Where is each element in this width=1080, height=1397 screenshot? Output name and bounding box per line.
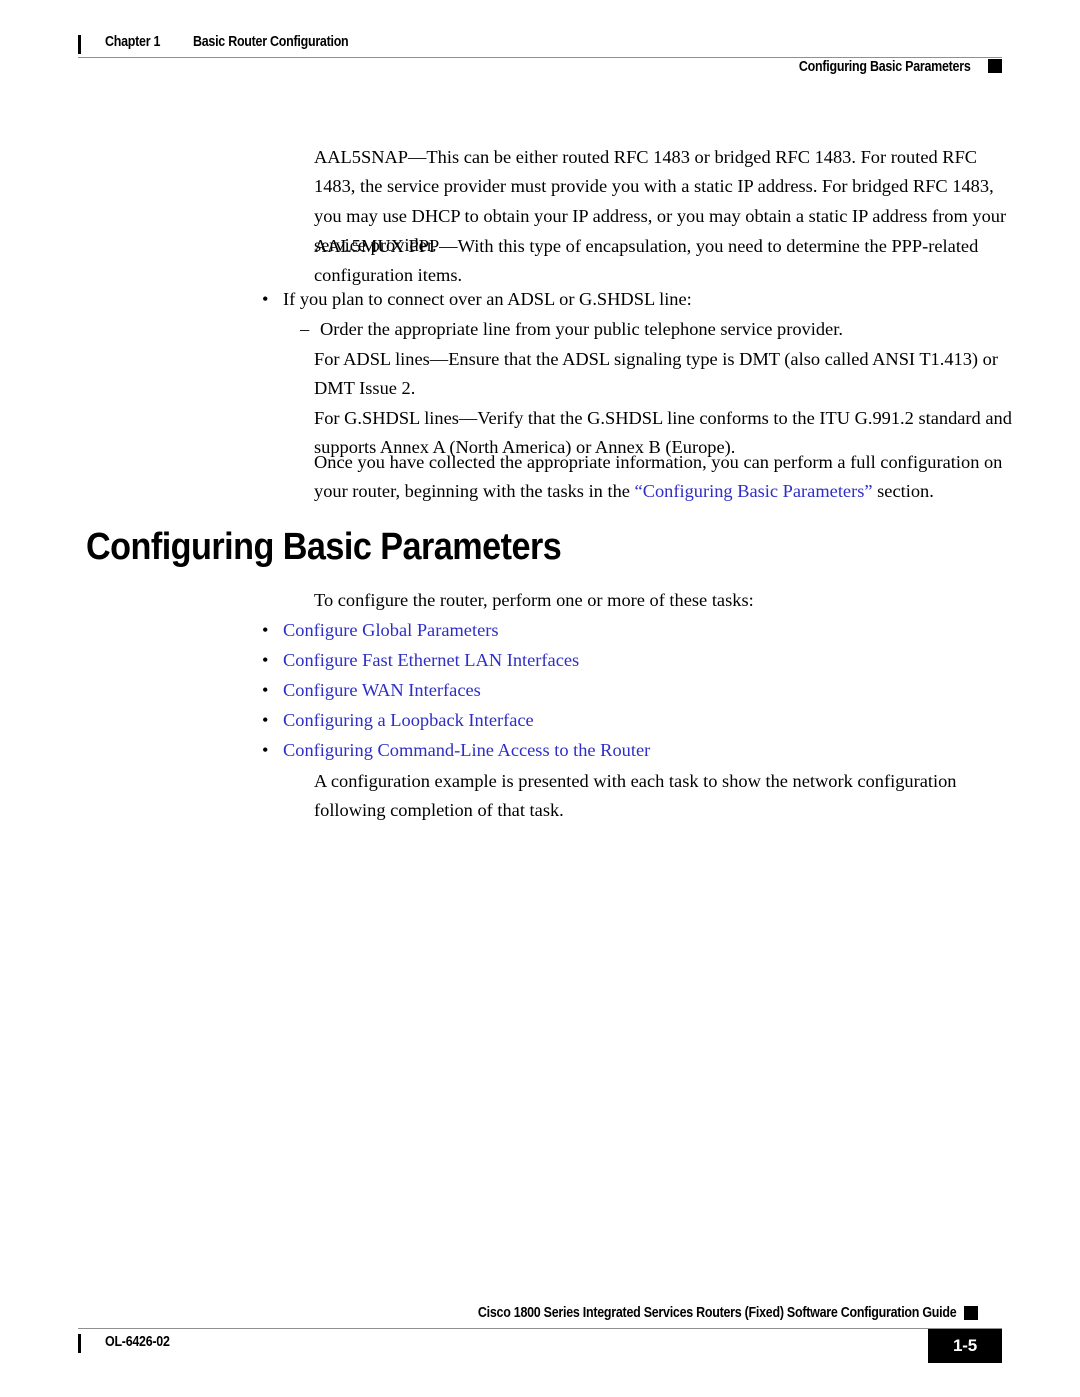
link-configure-global-parameters[interactable]: Configure Global Parameters	[283, 616, 499, 645]
paragraph-adsl-lines: For ADSL lines—Ensure that the ADSL sign…	[314, 349, 998, 399]
bullet-text: If you plan to connect over an ADSL or G…	[283, 289, 692, 309]
link-configuring-basic-parameters[interactable]: “Configuring Basic Parameters”	[635, 481, 873, 501]
link-configuring-a-loopback-interface[interactable]: Configuring a Loopback Interface	[283, 706, 534, 735]
footer-square-marker	[964, 1306, 978, 1320]
link-configure-fast-ethernet-lan-interfaces[interactable]: Configure Fast Ethernet LAN Interfaces	[283, 646, 579, 675]
task-link-list: • Configure Global Parameters • Configur…	[262, 616, 1002, 766]
footer-document-id: OL-6426-02	[105, 1334, 170, 1350]
dash-text: Order the appropriate line from your pub…	[320, 319, 843, 339]
bullet-marker: •	[262, 710, 269, 730]
paragraph-configuration-example: A configuration example is presented wit…	[314, 771, 957, 821]
list-item: • Configuring Command-Line Access to the…	[262, 736, 1002, 766]
list-item: • Configure Global Parameters	[262, 616, 1002, 646]
document-page: Chapter 1 Basic Router Configuration Con…	[0, 0, 1080, 1397]
header-tick-mark	[78, 35, 81, 54]
header-divider	[78, 57, 1002, 58]
paragraph-once-collected: Once you have collected the appropriate …	[314, 448, 1022, 507]
header-chapter-title: Basic Router Configuration	[193, 34, 349, 50]
paragraph-aal5mux: AAL5MUX PPP—With this type of encapsulat…	[314, 236, 979, 286]
paragraph-once-suffix: section.	[872, 481, 934, 502]
header-chapter-label: Chapter 1	[105, 34, 161, 50]
page-header: Chapter 1 Basic Router Configuration Con…	[78, 33, 1002, 75]
page-footer: Cisco 1800 Series Integrated Services Ro…	[78, 1305, 1002, 1367]
footer-divider	[78, 1328, 1002, 1329]
bullet-marker: •	[262, 650, 269, 670]
footer-tick-mark	[78, 1334, 81, 1353]
page-title: Configuring Basic Parameters	[86, 526, 562, 568]
header-section-title: Configuring Basic Parameters	[798, 59, 970, 75]
bullet-marker: •	[262, 680, 269, 700]
page-number-box: 1-5	[928, 1329, 1002, 1363]
header-square-marker	[988, 59, 1002, 73]
paragraph-intro-tasks: To configure the router, perform one or …	[314, 590, 754, 610]
dash-marker: –	[300, 319, 310, 339]
bullet-marker: •	[262, 740, 269, 760]
bullet-marker: •	[262, 289, 269, 309]
list-item: • Configuring a Loopback Interface	[262, 706, 1002, 736]
link-configure-wan-interfaces[interactable]: Configure WAN Interfaces	[283, 676, 481, 705]
page-number: 1-5	[953, 1336, 977, 1355]
list-item: • Configure Fast Ethernet LAN Interfaces	[262, 646, 1002, 676]
footer-guide-title: Cisco 1800 Series Integrated Services Ro…	[477, 1305, 957, 1321]
bullet-marker: •	[262, 620, 269, 640]
list-item: • Configure WAN Interfaces	[262, 676, 1002, 706]
link-configuring-command-line-access-to-the-router[interactable]: Configuring Command-Line Access to the R…	[283, 736, 650, 765]
